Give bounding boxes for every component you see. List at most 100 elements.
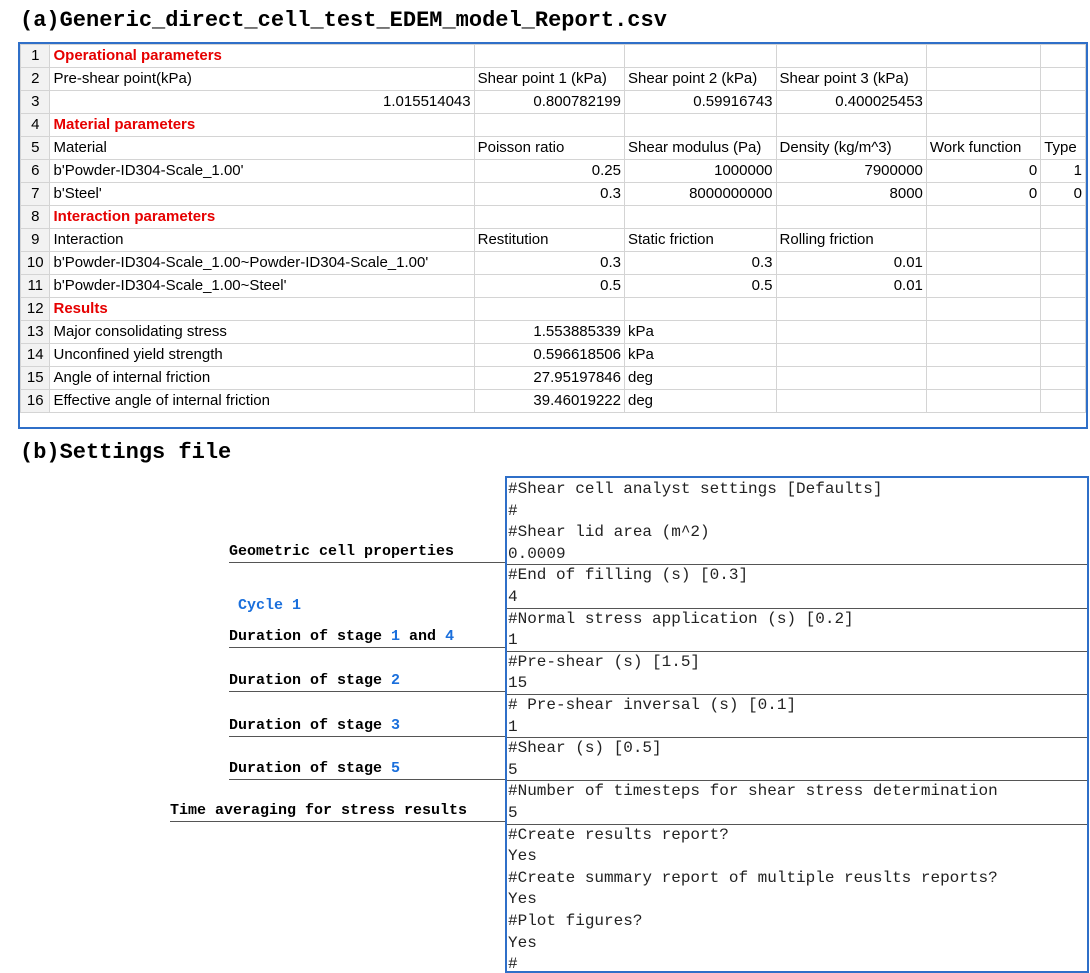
sheet-cell	[1040, 274, 1086, 298]
stage-number: 5	[391, 760, 401, 777]
sheet-row: 8 Interaction parameters	[20, 205, 1086, 229]
sheet-cell: Angle of internal friction	[49, 366, 475, 390]
sheet-cell: Material	[49, 136, 475, 160]
sheet-cell: 0.3	[473, 182, 626, 206]
settings-line: 5	[508, 804, 518, 822]
label-text: Duration of stage	[229, 760, 392, 777]
sheet-row: 11 b'Powder-ID304-Scale_1.00~Steel' 0.5 0.5…	[20, 274, 1086, 298]
sheet-cell: Shear point 1 (kPa)	[473, 67, 626, 91]
sheet-cell	[1040, 44, 1086, 68]
settings-line: # Pre-shear inversal (s) [0.1]	[508, 696, 797, 714]
row-number: 8	[20, 205, 51, 229]
sheet-cell	[1040, 366, 1086, 390]
sheet-cell: 27.95197846	[473, 366, 626, 390]
sheet-row: 16 Effective angle of internal friction 39…	[20, 389, 1086, 413]
row-number: 15	[20, 366, 51, 390]
sheet-cell: Interaction	[49, 228, 475, 252]
sheet-cell: Restitution	[473, 228, 626, 252]
label-underline	[229, 691, 505, 692]
sheet-cell: Interaction parameters	[49, 205, 475, 229]
row-number: 3	[20, 90, 51, 114]
row-number: 13	[20, 320, 51, 344]
sheet-cell	[624, 297, 777, 321]
sheet-cell	[925, 251, 1042, 275]
sheet-cell: 0.59916743	[624, 90, 777, 114]
sheet-cell: 0	[925, 182, 1042, 206]
sheet-cell: 0.3	[473, 251, 626, 275]
sheet-cell	[925, 274, 1042, 298]
label-duration-stage-5: Duration of stage 5	[229, 760, 400, 778]
csv-spreadsheet: 1 Operational parameters 2 Pre-shear point(…	[18, 42, 1088, 429]
report-title: (a)Generic_direct_cell_test_EDEM_model_R…	[20, 8, 667, 33]
stage-number: 4	[445, 628, 455, 645]
sheet-cell	[1040, 205, 1086, 229]
settings-separator	[507, 564, 1087, 566]
settings-line: #Plot figures?	[508, 912, 643, 930]
sheet-cell: Shear point 2 (kPa)	[624, 67, 777, 91]
sheet-cell: Pre-shear point(kPa)	[49, 67, 475, 91]
settings-line: #Shear cell analyst settings [Defaults]	[508, 480, 883, 498]
sheet-cell	[473, 113, 626, 137]
settings-line: Yes	[508, 847, 537, 866]
stage-number: 1	[391, 628, 401, 645]
sheet-row: 2 Pre-shear point(kPa) Shear point 1 (kPa)…	[20, 67, 1086, 91]
settings-separator	[507, 823, 1087, 825]
settings-line: 4	[508, 588, 518, 606]
sheet-row: 5 Material Poisson ratio Shear modulus (Pa)…	[20, 136, 1086, 160]
sheet-row: 4 Material parameters	[20, 113, 1086, 137]
sheet-cell	[1040, 320, 1086, 344]
sheet-cell: b'Powder-ID304-Scale_1.00'	[49, 159, 475, 183]
label-duration-stage-1-4: Duration of stage 1 and 4	[229, 628, 454, 646]
label-time-averaging: Time averaging for stress results	[170, 802, 468, 819]
csv-table: 1 Operational parameters 2 Pre-shear point(…	[20, 44, 1086, 413]
row-number: 14	[20, 343, 51, 367]
sheet-cell: Static friction	[624, 228, 777, 252]
sheet-cell	[775, 366, 927, 390]
sheet-row: 12 Results	[20, 297, 1086, 321]
sheet-cell: Poisson ratio	[473, 136, 626, 160]
sheet-cell: kPa	[624, 320, 777, 344]
settings-file: #Shear cell analyst settings [Defaults] #…	[505, 476, 1089, 973]
stage-number: 2	[391, 672, 401, 689]
settings-line: Yes	[508, 933, 537, 952]
sheet-cell	[1040, 113, 1086, 137]
settings-separator	[507, 650, 1087, 652]
sheet-cell: b'Powder-ID304-Scale_1.00~Steel'	[49, 274, 475, 298]
sheet-cell: 7900000	[775, 159, 927, 183]
sheet-row: 6 b'Powder-ID304-Scale_1.00' 0.25 1000000 79…	[20, 159, 1086, 183]
settings-line: 0.0009	[508, 544, 566, 563]
settings-line: #Create summary report of multiple reusl…	[508, 868, 998, 887]
sheet-cell	[1040, 228, 1086, 252]
sheet-cell	[925, 343, 1042, 367]
sheet-cell	[775, 113, 927, 137]
sheet-cell	[1040, 297, 1086, 321]
sheet-cell	[473, 44, 626, 68]
sheet-cell	[925, 297, 1042, 321]
sheet-cell	[775, 297, 927, 321]
sheet-cell	[624, 113, 777, 137]
sheet-cell: b'Powder-ID304-Scale_1.00~Powder-ID304-S…	[49, 251, 475, 275]
settings-separator	[507, 694, 1087, 695]
sheet-cell: 0.01	[775, 274, 927, 298]
settings-line: 1	[508, 717, 518, 736]
settings-line: #	[508, 955, 518, 973]
label-cycle-1: Cycle 1	[238, 597, 302, 614]
sheet-row: 10 b'Powder-ID304-Scale_1.00~Powder-ID304…	[20, 251, 1086, 275]
settings-separator	[507, 607, 1087, 609]
sheet-row: 3 1.015514043 0.800782199 0.59916743 0.40002…	[20, 90, 1086, 114]
sheet-cell	[1040, 90, 1086, 114]
sheet-cell	[1040, 343, 1086, 367]
row-number: 7	[20, 182, 51, 206]
label-underline	[229, 779, 505, 780]
sheet-cell	[775, 389, 927, 413]
sheet-cell: Operational parameters	[49, 44, 475, 68]
row-number: 12	[20, 297, 51, 321]
label-underline	[229, 647, 505, 648]
settings-line: #Normal stress application (s) [0.2]	[508, 609, 854, 628]
sheet-cell	[925, 320, 1042, 344]
sheet-cell: kPa	[624, 343, 777, 367]
settings-line: 1	[508, 631, 518, 650]
row-number: 10	[20, 251, 51, 275]
row-number: 4	[20, 113, 51, 137]
sheet-cell	[925, 44, 1042, 68]
